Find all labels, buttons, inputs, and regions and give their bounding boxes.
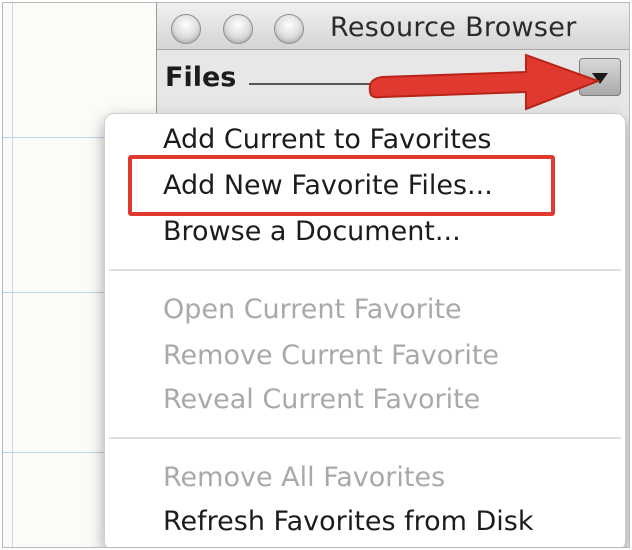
menu-item-open-current-favorite: Open Current Favorite xyxy=(163,294,462,325)
titlebar: Resource Browser xyxy=(157,3,629,50)
window-title: Resource Browser xyxy=(330,12,577,43)
zoom-window-button[interactable] xyxy=(274,14,304,44)
menu-separator xyxy=(109,269,621,271)
close-window-button[interactable] xyxy=(171,14,201,44)
menu-item-browse-a-document[interactable]: Browse a Document... xyxy=(163,216,461,247)
menu-item-remove-all-favorites: Remove All Favorites xyxy=(163,462,446,493)
menu-item-add-current-to-favorites[interactable]: Add Current to Favorites xyxy=(163,124,492,155)
highlight-box-annotation xyxy=(128,155,555,216)
minimize-window-button[interactable] xyxy=(223,14,253,44)
menu-separator xyxy=(109,437,621,439)
menu-item-remove-current-favorite: Remove Current Favorite xyxy=(163,340,500,371)
menu-item-refresh-favorites-from-disk[interactable]: Refresh Favorites from Disk xyxy=(163,506,534,537)
files-section-label: Files xyxy=(165,62,237,93)
screenshot-frame: Resource Browser Files Add Current to Fa… xyxy=(2,2,630,548)
menu-item-reveal-current-favorite: Reveal Current Favorite xyxy=(163,384,481,415)
red-arrow-annotation xyxy=(368,53,601,111)
document-margin-line xyxy=(12,3,13,547)
